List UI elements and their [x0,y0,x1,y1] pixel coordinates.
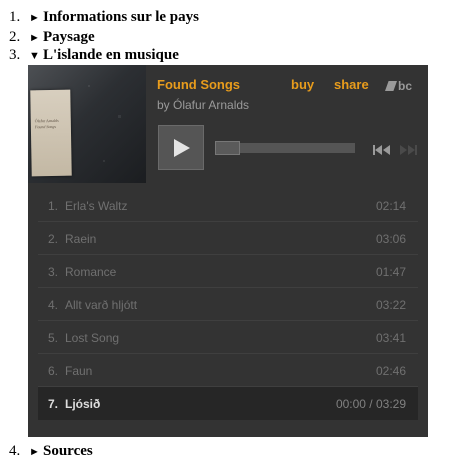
outline-label[interactable]: L'islande en musique [43,47,179,63]
outline-item-country-info[interactable]: 1. ► Informations sur le pays [9,8,199,26]
track-title[interactable]: Allt varð hljótt [65,298,137,312]
cover-text-artist: Ólafur Arnalds [34,117,59,124]
track-row[interactable]: 1. Erla's Waltz 02:14 [38,189,418,222]
progress-thumb[interactable] [215,141,240,155]
track-number: 6. [48,364,59,378]
outline-label[interactable]: Paysage [43,29,95,45]
track-title[interactable]: Erla's Waltz [65,199,128,213]
next-track-button[interactable] [399,142,417,160]
expanded-arrow-icon[interactable]: ▼ [29,47,43,65]
track-duration: 01:47 [375,265,406,279]
album-cover-label: Ólafur Arnalds Found Songs [30,89,72,177]
progress-bar[interactable] [240,143,355,153]
track-number: 3. [48,265,59,279]
outline-label[interactable]: Informations sur le pays [43,9,199,25]
share-link[interactable]: share [334,77,369,92]
bandcamp-player: Ólafur Arnalds Found Songs Found Songs b… [28,65,428,437]
track-title[interactable]: Faun [65,364,92,378]
track-row[interactable]: 3. Romance 01:47 [38,255,418,288]
album-cover[interactable]: Ólafur Arnalds Found Songs [28,65,146,183]
track-duration: 03:22 [375,298,406,312]
buy-link[interactable]: buy [291,77,314,92]
track-title[interactable]: Romance [65,265,116,279]
outline-number: 3. [9,47,21,63]
album-title-link[interactable]: Found Songs [157,77,240,92]
cover-text-album: Found Songs [34,123,56,130]
collapsed-arrow-icon[interactable]: ► [29,443,43,461]
outline-item-music[interactable]: 3. ▼ L'islande en musique [9,46,179,64]
track-number: 2. [48,232,59,246]
bandcamp-logo[interactable]: bc [385,79,413,93]
track-title[interactable]: Lost Song [65,331,119,345]
play-icon [174,139,190,157]
previous-track-button[interactable] [373,142,391,160]
outline-number: 2. [9,29,21,45]
track-number: 1. [48,199,59,213]
track-time-elapsed: 00:00 / 03:29 [335,397,406,411]
track-duration: 03:41 [375,331,406,345]
outline-item-landscape[interactable]: 2. ► Paysage [9,28,95,46]
track-row[interactable]: 6. Faun 02:46 [38,354,418,387]
collapsed-arrow-icon[interactable]: ► [29,29,43,47]
track-row[interactable]: 2. Raein 03:06 [38,222,418,255]
track-title[interactable]: Raein [65,232,96,246]
previous-icon [373,145,390,155]
play-button[interactable] [158,125,204,170]
outline-label[interactable]: Sources [43,443,93,459]
track-number: 5. [48,331,59,345]
track-row[interactable]: 5. Lost Song 03:41 [38,321,418,354]
collapsed-arrow-icon[interactable]: ► [29,9,43,27]
track-duration: 02:14 [375,199,406,213]
track-number: 4. [48,298,59,312]
next-icon [400,145,417,155]
outline-number: 4. [9,443,21,459]
track-number: 7. [48,397,59,411]
track-title[interactable]: Ljósið [65,397,100,411]
outline-number: 1. [9,9,21,25]
track-row[interactable]: 4. Allt varð hljótt 03:22 [38,288,418,321]
track-duration: 03:06 [375,232,406,246]
track-list: 1. Erla's Waltz 02:14 2. Raein 03:06 3. … [38,189,418,420]
outline-item-sources[interactable]: 4. ► Sources [9,442,93,460]
artist-link[interactable]: by Ólafur Arnalds [157,98,249,112]
bandcamp-logo-text: bc [398,79,413,93]
current-track-row[interactable]: 7. Ljósið 00:00 / 03:29 [38,387,418,420]
track-duration: 02:46 [375,364,406,378]
bandcamp-logo-icon [385,81,397,91]
